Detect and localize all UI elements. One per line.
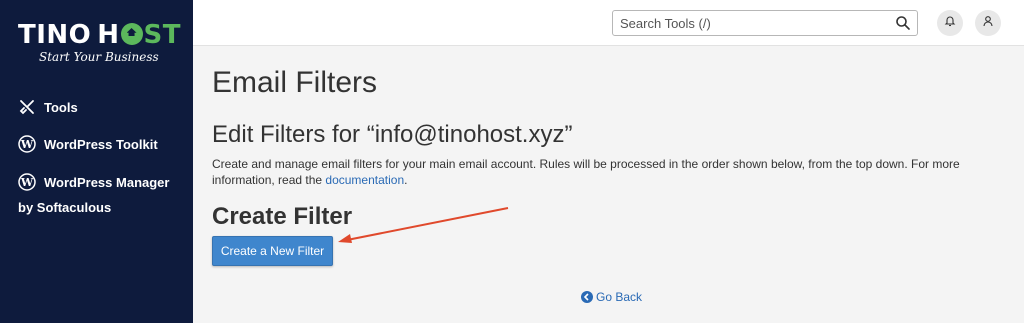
tools-icon (18, 98, 36, 116)
bell-icon (944, 14, 956, 32)
search-box (612, 10, 918, 36)
sidebar-item-label: WordPress Toolkit (44, 136, 158, 152)
sidebar-item-tools[interactable]: Tools (18, 98, 78, 116)
sidebar-item-sublabel: by Softaculous (18, 200, 112, 215)
logo-text-h: H (97, 20, 120, 50)
logo[interactable]: TINO H ST Start Your Business (18, 20, 182, 64)
svg-text:W: W (20, 176, 34, 189)
top-bar (193, 0, 1024, 46)
user-icon (982, 14, 994, 32)
sidebar-item-wordpress-toolkit[interactable]: W WordPress Toolkit (18, 135, 158, 153)
create-filter-heading: Create Filter (212, 203, 353, 230)
description-end: . (404, 173, 408, 187)
search-input[interactable] (613, 11, 883, 35)
arrow-left-circle-icon (581, 291, 593, 303)
logo-tagline: Start Your Business (39, 50, 159, 64)
sidebar-item-wordpress-manager[interactable]: W WordPress Manager (18, 173, 169, 191)
notifications-button[interactable] (937, 10, 963, 36)
sidebar-item-label: Tools (44, 99, 78, 115)
go-back-label: Go Back (596, 290, 643, 304)
search-icon[interactable] (895, 15, 911, 31)
page-title: Email Filters (212, 66, 378, 99)
description: Create and manage email filters for your… (212, 156, 992, 188)
create-new-filter-button[interactable]: Create a New Filter (212, 236, 333, 266)
home-icon (120, 23, 143, 45)
annotation-arrow (338, 207, 509, 243)
documentation-link[interactable]: documentation (325, 173, 404, 187)
edit-filters-heading: Edit Filters for “info@tinohost.xyz” (212, 121, 573, 148)
wordpress-icon: W (18, 173, 36, 191)
sidebar-item-label: WordPress Manager (44, 174, 170, 190)
go-back-link[interactable]: Go Back (581, 290, 642, 304)
logo-text-tino: TINO (18, 20, 92, 50)
user-menu-button[interactable] (975, 10, 1001, 36)
wordpress-icon: W (18, 135, 36, 153)
sidebar: TINO H ST Start Your Business Tools W Word… (0, 0, 193, 323)
logo-text-st: ST (143, 20, 182, 50)
svg-text:W: W (20, 138, 34, 151)
